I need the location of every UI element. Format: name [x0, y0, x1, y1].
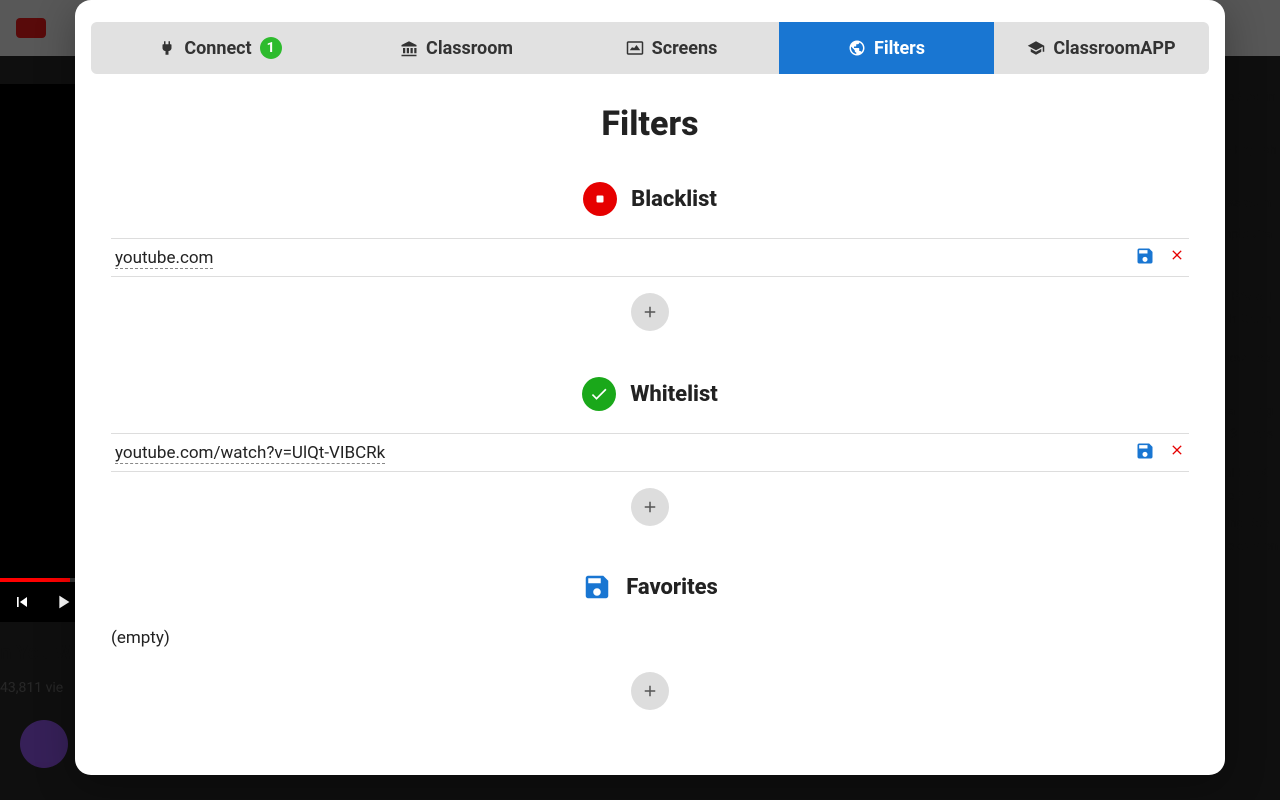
image-icon	[626, 39, 644, 57]
tab-connect[interactable]: Connect 1	[91, 22, 349, 74]
favorites-empty: (empty)	[111, 624, 1189, 656]
building-icon	[400, 39, 418, 57]
plug-icon	[158, 39, 176, 57]
save-icon	[1135, 441, 1155, 461]
tab-label: Connect	[184, 38, 251, 59]
tab-classroomapp[interactable]: ClassroomAPP	[994, 22, 1209, 74]
whitelist-header: Whitelist	[111, 377, 1189, 411]
youtube-logo	[16, 18, 46, 38]
channel-avatar	[20, 720, 68, 768]
tab-label: Screens	[652, 38, 718, 59]
add-whitelist-button[interactable]	[631, 488, 669, 526]
save-icon	[1135, 246, 1155, 266]
tab-label: ClassroomAPP	[1053, 38, 1175, 59]
tab-screens[interactable]: Screens	[564, 22, 779, 74]
list-row: youtube.com	[111, 239, 1189, 277]
globe-icon	[848, 39, 866, 57]
whitelist-url[interactable]: youtube.com/watch?v=UlQt-VIBCRk	[115, 443, 385, 464]
page-title: Filters	[111, 104, 1189, 144]
video-views: 43,811 vie	[0, 680, 63, 696]
delete-button[interactable]	[1169, 442, 1185, 463]
connect-badge: 1	[260, 37, 282, 59]
whitelist-list: youtube.com/watch?v=UlQt-VIBCRk	[111, 433, 1189, 472]
section-title: Blacklist	[631, 187, 717, 212]
favorites-header: Favorites	[111, 572, 1189, 602]
blacklist-list: youtube.com	[111, 238, 1189, 277]
previous-icon	[12, 592, 32, 612]
video-title: n You Wi	[0, 640, 78, 664]
tab-bar: Connect 1 Classroom Screens Filters Clas…	[91, 22, 1209, 74]
tab-filters[interactable]: Filters	[779, 22, 994, 74]
add-blacklist-button[interactable]	[631, 293, 669, 331]
blacklist-header: Blacklist	[111, 182, 1189, 216]
blacklist-url[interactable]: youtube.com	[115, 248, 213, 269]
tab-classroom[interactable]: Classroom	[349, 22, 564, 74]
stop-icon	[583, 182, 617, 216]
save-button[interactable]	[1135, 246, 1155, 270]
grad-cap-icon	[1027, 39, 1045, 57]
plus-icon	[641, 682, 659, 700]
section-title: Favorites	[626, 575, 718, 600]
tab-label: Filters	[874, 38, 925, 59]
section-title: Whitelist	[630, 382, 718, 407]
plus-icon	[641, 303, 659, 321]
filters-content: Filters Blacklist youtube.com	[75, 74, 1225, 775]
add-favorite-button[interactable]	[631, 672, 669, 710]
save-button[interactable]	[1135, 441, 1155, 465]
plus-icon	[641, 498, 659, 516]
close-icon	[1169, 442, 1185, 458]
delete-button[interactable]	[1169, 247, 1185, 268]
check-circle-icon	[582, 377, 616, 411]
play-icon	[52, 591, 74, 613]
list-row: youtube.com/watch?v=UlQt-VIBCRk	[111, 434, 1189, 472]
close-icon	[1169, 247, 1185, 263]
tab-label: Classroom	[426, 38, 513, 59]
save-square-icon	[582, 572, 612, 602]
filters-modal: Connect 1 Classroom Screens Filters Clas…	[75, 0, 1225, 775]
